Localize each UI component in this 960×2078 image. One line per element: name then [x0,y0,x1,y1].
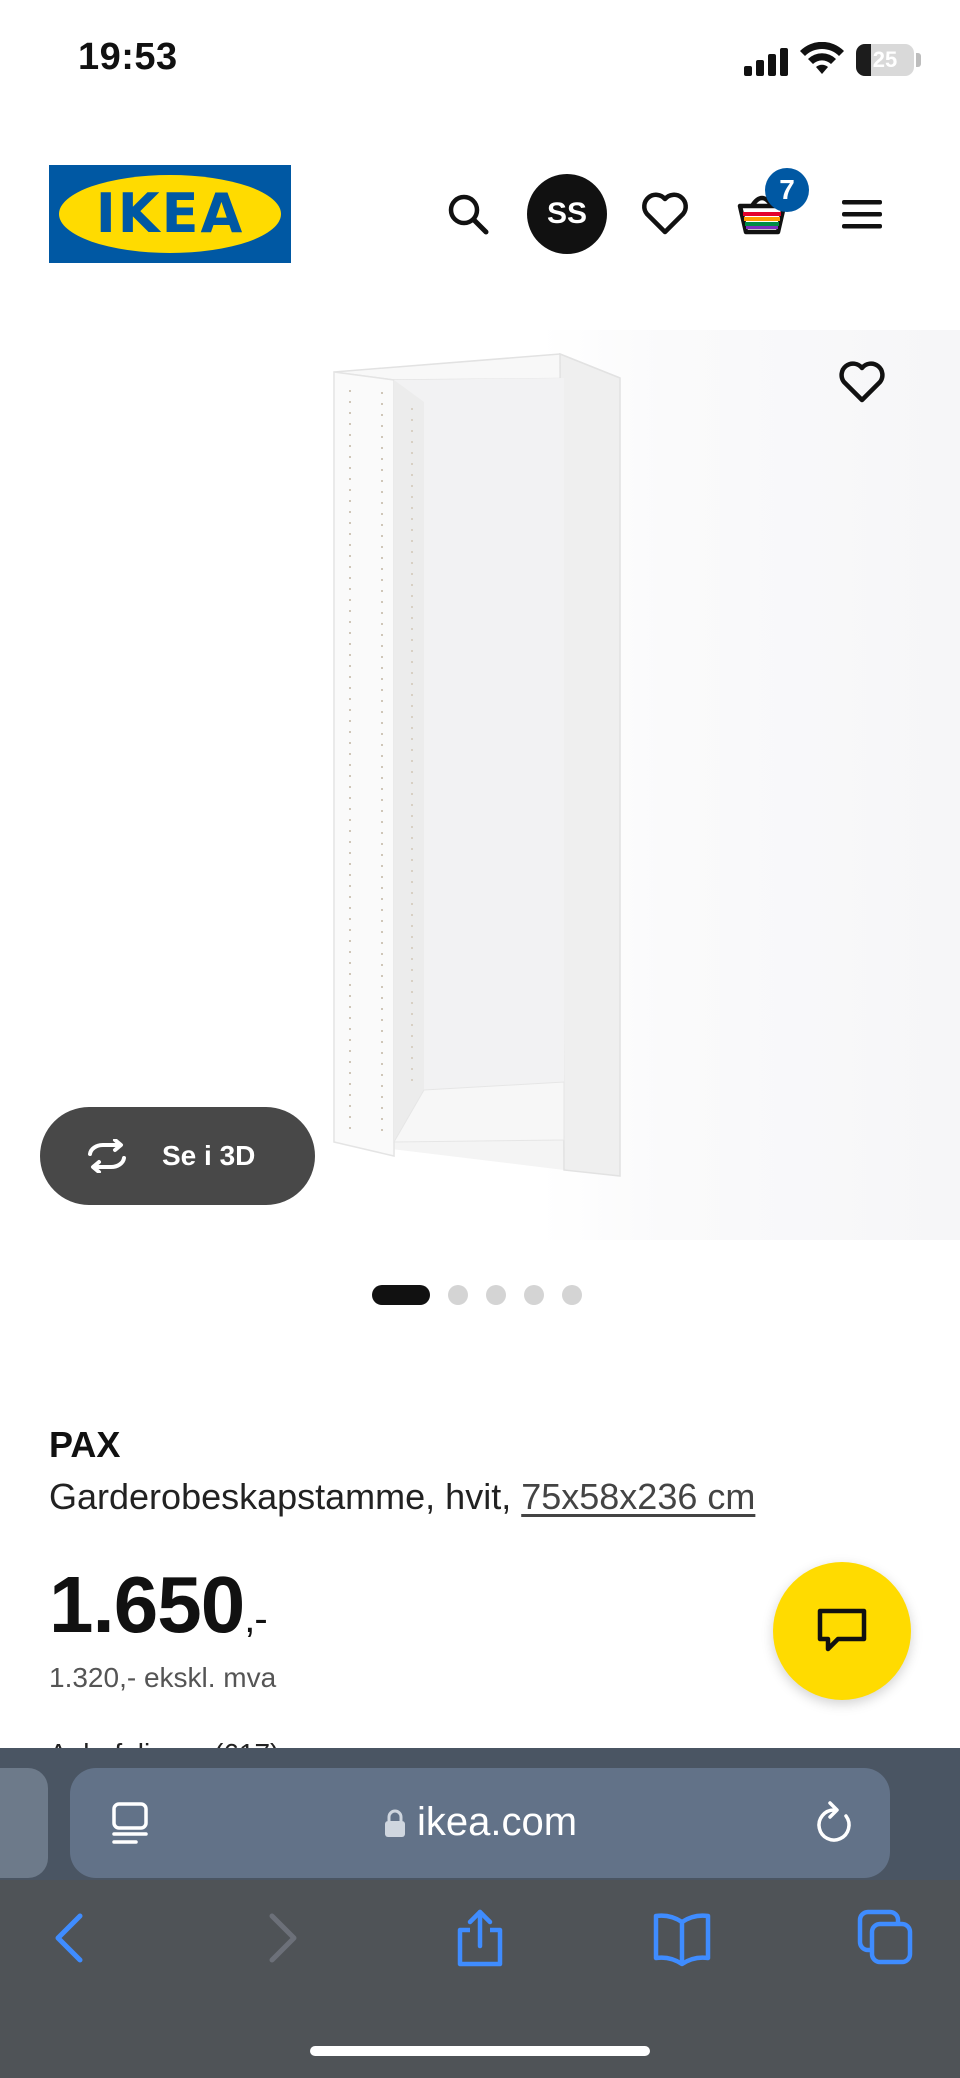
reload-icon[interactable] [812,1800,856,1846]
cart-count-badge: 7 [765,168,809,212]
image-pagination [372,1284,582,1306]
forward-icon[interactable] [250,1908,310,1968]
battery-nub [916,53,921,67]
product-description: Garderobeskapstamme, hvit, 75x58x236 cm [49,1476,756,1517]
address-url: ikea.com [70,1800,890,1845]
pagination-dot-5[interactable] [562,1285,582,1305]
battery-indicator: 25 [856,44,914,76]
previous-tab-preview[interactable] [0,1768,48,1878]
menu-icon[interactable] [840,196,884,232]
lock-icon [384,1809,405,1838]
search-icon[interactable] [444,190,492,238]
product-size-link[interactable]: 75x58x236 cm [521,1476,755,1517]
add-to-favourites-heart-icon[interactable] [838,360,886,404]
chat-button[interactable] [773,1562,911,1700]
home-indicator [310,2046,650,2056]
share-icon[interactable] [450,1908,510,1968]
rotate-3d-icon [88,1139,126,1173]
address-bar[interactable]: ikea.com [70,1768,890,1878]
product-name: PAX [49,1424,121,1465]
chat-bubble-icon [817,1608,867,1652]
product-image[interactable] [320,350,630,1180]
wifi-icon [800,42,844,74]
pagination-dot-2[interactable] [448,1285,468,1305]
cellular-signal-icon [744,48,788,76]
wishlist-heart-icon[interactable] [640,190,690,236]
product-price: 1.650,- [49,1560,268,1649]
view-in-3d-label: Se i 3D [162,1140,256,1171]
price-excluding-vat: 1.320,- ekskl. mva [49,1662,277,1693]
ikea-logo[interactable]: IKEA [49,165,291,263]
bookmarks-icon[interactable] [652,1908,712,1968]
pagination-dot-4[interactable] [524,1285,544,1305]
pagination-dot-1[interactable] [372,1285,430,1305]
view-in-3d-button[interactable]: Se i 3D [40,1107,315,1205]
tabs-icon[interactable] [856,1908,916,1968]
status-time: 19:53 [78,36,178,78]
back-icon[interactable] [42,1908,102,1968]
profile-avatar[interactable]: SS [527,174,607,254]
pagination-dot-3[interactable] [486,1285,506,1305]
